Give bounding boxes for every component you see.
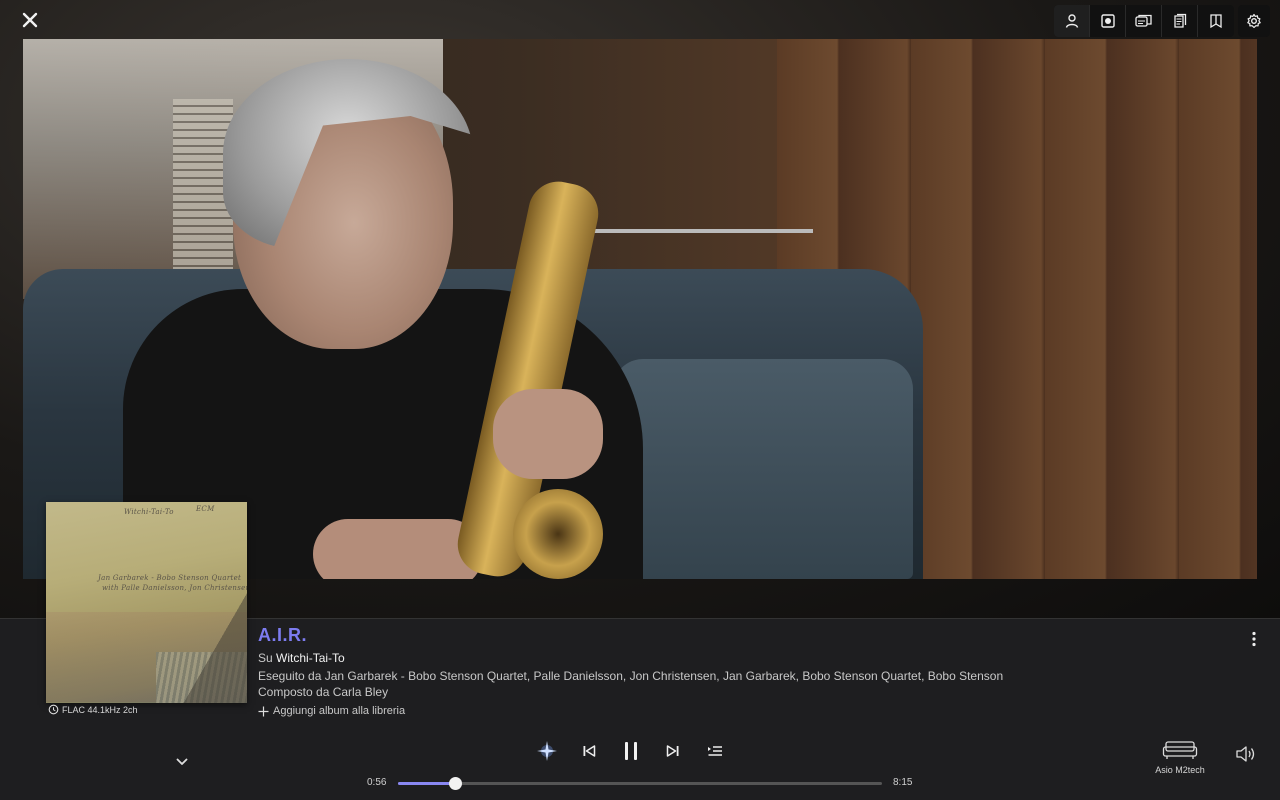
settings-button[interactable] <box>1238 5 1270 37</box>
speaker-icon <box>1236 746 1255 762</box>
stack-icon <box>1134 14 1152 27</box>
skip-previous-icon <box>583 745 595 757</box>
device-name: Asio M2tech <box>1155 765 1205 775</box>
progress-slider[interactable] <box>398 777 882 790</box>
toolbar-artist-button[interactable] <box>1054 5 1090 37</box>
artist-image <box>23 39 1257 579</box>
close-button[interactable] <box>14 6 46 34</box>
queue-icon <box>707 746 722 756</box>
skip-next-icon <box>666 745 678 757</box>
view-toolbar <box>1054 5 1234 37</box>
toolbar-lyrics-button[interactable] <box>1198 5 1234 37</box>
elapsed-time: 0:56 <box>367 777 387 788</box>
now-playing-screen: Witchi-Tai-To Jan Garbarek - Bobo Stenso… <box>0 0 1280 800</box>
radio-button[interactable] <box>530 737 563 765</box>
more-options-button[interactable] <box>1244 628 1264 650</box>
sofa-icon <box>1162 741 1198 759</box>
composer-name[interactable]: Carla Bley <box>333 685 388 699</box>
playback-controls <box>530 737 740 765</box>
format-label: FLAC 44.1kHz 2ch <box>62 704 138 715</box>
album-link[interactable]: Witchi-Tai-To <box>276 651 345 665</box>
tag-icon <box>1210 14 1222 29</box>
chevron-down-icon <box>176 758 188 765</box>
collapse-button[interactable] <box>172 752 192 772</box>
gear-icon <box>1247 13 1261 29</box>
add-to-library-button[interactable]: Aggiungi album alla libreria <box>258 705 405 717</box>
performers-list[interactable]: Jan Garbarek - Bobo Stenson Quartet, Pal… <box>325 669 1003 683</box>
quality-icon <box>48 704 59 715</box>
track-album-row: Su Witchi-Tai-To <box>258 651 345 665</box>
record-icon <box>1100 14 1115 28</box>
user-icon <box>1065 14 1078 28</box>
track-composer-row: Composto da Carla Bley <box>258 685 388 699</box>
track-title[interactable]: A.I.R. <box>258 625 307 646</box>
cover-label-text: ECM <box>196 505 215 513</box>
toolbar-album-button[interactable] <box>1090 5 1126 37</box>
composer-prefix: Composto da <box>258 685 330 699</box>
queue-button[interactable] <box>698 737 731 765</box>
pause-button[interactable] <box>614 737 647 765</box>
add-library-label: Aggiungi album alla libreria <box>273 705 406 717</box>
cover-title-text: Witchi-Tai-To <box>124 508 174 516</box>
progress-fill <box>398 782 456 785</box>
output-device-button[interactable]: Asio M2tech <box>1150 740 1210 784</box>
album-prefix: Su <box>258 651 273 665</box>
total-time: 8:15 <box>893 777 913 788</box>
cover-line-1: Jan Garbarek - Bobo Stenson Quartet <box>98 574 242 582</box>
more-vertical-icon <box>1252 631 1256 647</box>
album-cover[interactable]: Witchi-Tai-To Jan Garbarek - Bobo Stenso… <box>46 502 247 703</box>
track-performers-row: Eseguito da Jan Garbarek - Bobo Stenson … <box>258 669 1003 683</box>
next-button[interactable] <box>656 737 689 765</box>
pause-icon <box>624 742 637 760</box>
plus-icon <box>258 706 269 716</box>
cover-line-2: with Palle Danielsson, Jon Christensen <box>102 584 247 592</box>
close-icon <box>22 12 38 28</box>
sparkle-icon <box>536 741 557 761</box>
previous-button[interactable] <box>572 737 605 765</box>
volume-button[interactable] <box>1232 741 1260 767</box>
audio-format[interactable]: FLAC 44.1kHz 2ch <box>48 704 138 715</box>
toolbar-credits-button[interactable] <box>1126 5 1162 37</box>
toolbar-review-button[interactable] <box>1162 5 1198 37</box>
performers-prefix: Eseguito da <box>258 669 322 683</box>
book-icon <box>1173 13 1186 28</box>
